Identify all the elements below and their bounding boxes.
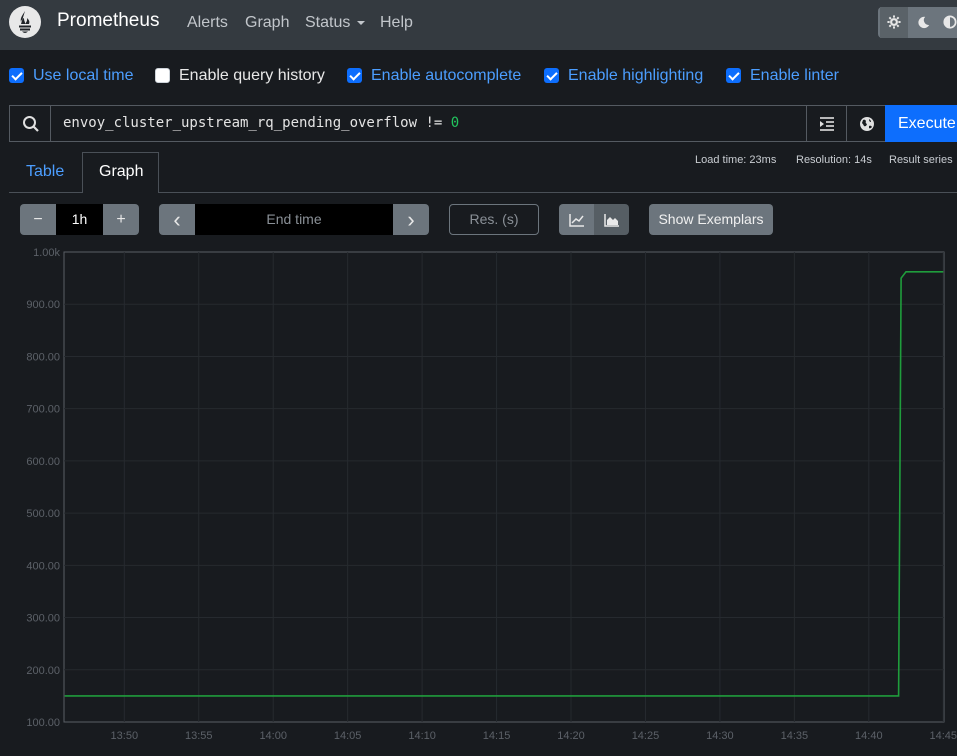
nav-alerts[interactable]: Alerts [187,14,228,32]
query-operator: != [425,115,443,131]
x-axis-ticks: 13:50 13:55 14:00 14:05 14:10 14:15 14:20 14:25… [111,730,957,742]
option-label: Enable linter [750,67,839,84]
option-label: Enable highlighting [568,67,704,84]
y-tick-label: 600.00 [26,456,60,468]
result-series: Result series [889,154,953,166]
end-time-group: ‹ End time › [159,204,429,235]
nav-status[interactable]: Status [305,14,365,32]
checkbox-checked[interactable] [9,68,24,83]
increase-range-button[interactable]: + [103,204,139,235]
y-tick-label: 400.00 [26,560,60,572]
option-label: Enable query history [179,67,325,84]
metrics-explorer-globe-icon[interactable] [846,106,886,141]
query-bar: envoy_cluster_upstream_rq_pending_overfl… [9,105,957,142]
y-tick-label: 300.00 [26,613,60,625]
checkbox-unchecked[interactable] [155,68,170,83]
prometheus-logo-icon[interactable] [9,6,41,38]
checkbox-checked[interactable] [347,68,362,83]
x-tick-label: 14:45 [929,730,957,742]
tab-graph[interactable]: Graph [99,163,143,181]
resolution-input[interactable]: Res. (s) [449,204,539,235]
execute-button[interactable]: Execute [885,105,957,142]
x-tick-label: 14:25 [632,730,660,742]
stacked-chart-icon[interactable] [594,204,629,235]
y-axis-ticks: 100.00 200.00 300.00 400.00 500.00 600.00 700.… [26,247,60,729]
load-time: Load time: 23ms [695,154,777,166]
plot-area [63,251,945,723]
range-input-group: − 1h + [20,204,139,235]
y-tick-label: 200.00 [26,665,60,677]
theme-toggle-group [878,7,957,38]
x-tick-label: 14:35 [781,730,809,742]
half-circle-icon[interactable] [936,7,957,38]
query-value: 0 [450,115,460,131]
x-tick-label: 14:20 [557,730,585,742]
checkbox-checked[interactable] [544,68,559,83]
y-tick-label: 900.00 [26,299,60,311]
x-tick-label: 13:55 [185,730,213,742]
chart-type-group [559,204,629,235]
y-tick-label: 700.00 [26,404,60,416]
range-input[interactable]: 1h [56,204,103,235]
decrease-range-button[interactable]: − [20,204,56,235]
checkbox-checked[interactable] [726,68,741,83]
x-tick-label: 14:40 [855,730,883,742]
y-tick-label: 500.00 [26,508,60,520]
y-tick-label: 800.00 [26,351,60,363]
search-icon [10,106,51,141]
nav-graph[interactable]: Graph [245,14,289,32]
query-input[interactable]: envoy_cluster_upstream_rq_pending_overfl… [63,115,459,131]
query-metric: envoy_cluster_upstream_rq_pending_overfl… [63,115,418,131]
resolution: Resolution: 14s [796,154,872,166]
x-tick-label: 14:15 [483,730,511,742]
previous-time-button[interactable]: ‹ [159,204,195,235]
nav-status-label: Status [305,14,351,31]
tab-table[interactable]: Table [26,163,64,181]
end-time-input[interactable]: End time [195,204,393,235]
nav-help[interactable]: Help [380,14,413,32]
brand-title[interactable]: Prometheus [57,10,159,32]
show-exemplars-button[interactable]: Show Exemplars [649,204,773,235]
line-chart-icon[interactable] [559,204,594,235]
x-tick-label: 14:30 [706,730,734,742]
gear-icon[interactable] [880,7,908,38]
x-tick-label: 14:00 [259,730,287,742]
option-label: Enable autocomplete [371,67,522,84]
x-tick-label: 14:10 [408,730,436,742]
x-tick-label: 13:50 [111,730,139,742]
graph-chart: 100.00 200.00 300.00 400.00 500.00 600.00 700.… [26,247,957,742]
moon-icon[interactable] [909,7,937,38]
format-expression-icon[interactable] [806,106,846,141]
next-time-button[interactable]: › [393,204,429,235]
option-label: Use local time [33,67,134,84]
caret-down-icon [356,20,365,25]
y-tick-label: 1.00k [33,247,60,259]
navbar: Prometheus Alerts Graph Status Help [0,0,957,50]
x-tick-label: 14:05 [334,730,362,742]
y-tick-label: 100.00 [26,717,60,729]
